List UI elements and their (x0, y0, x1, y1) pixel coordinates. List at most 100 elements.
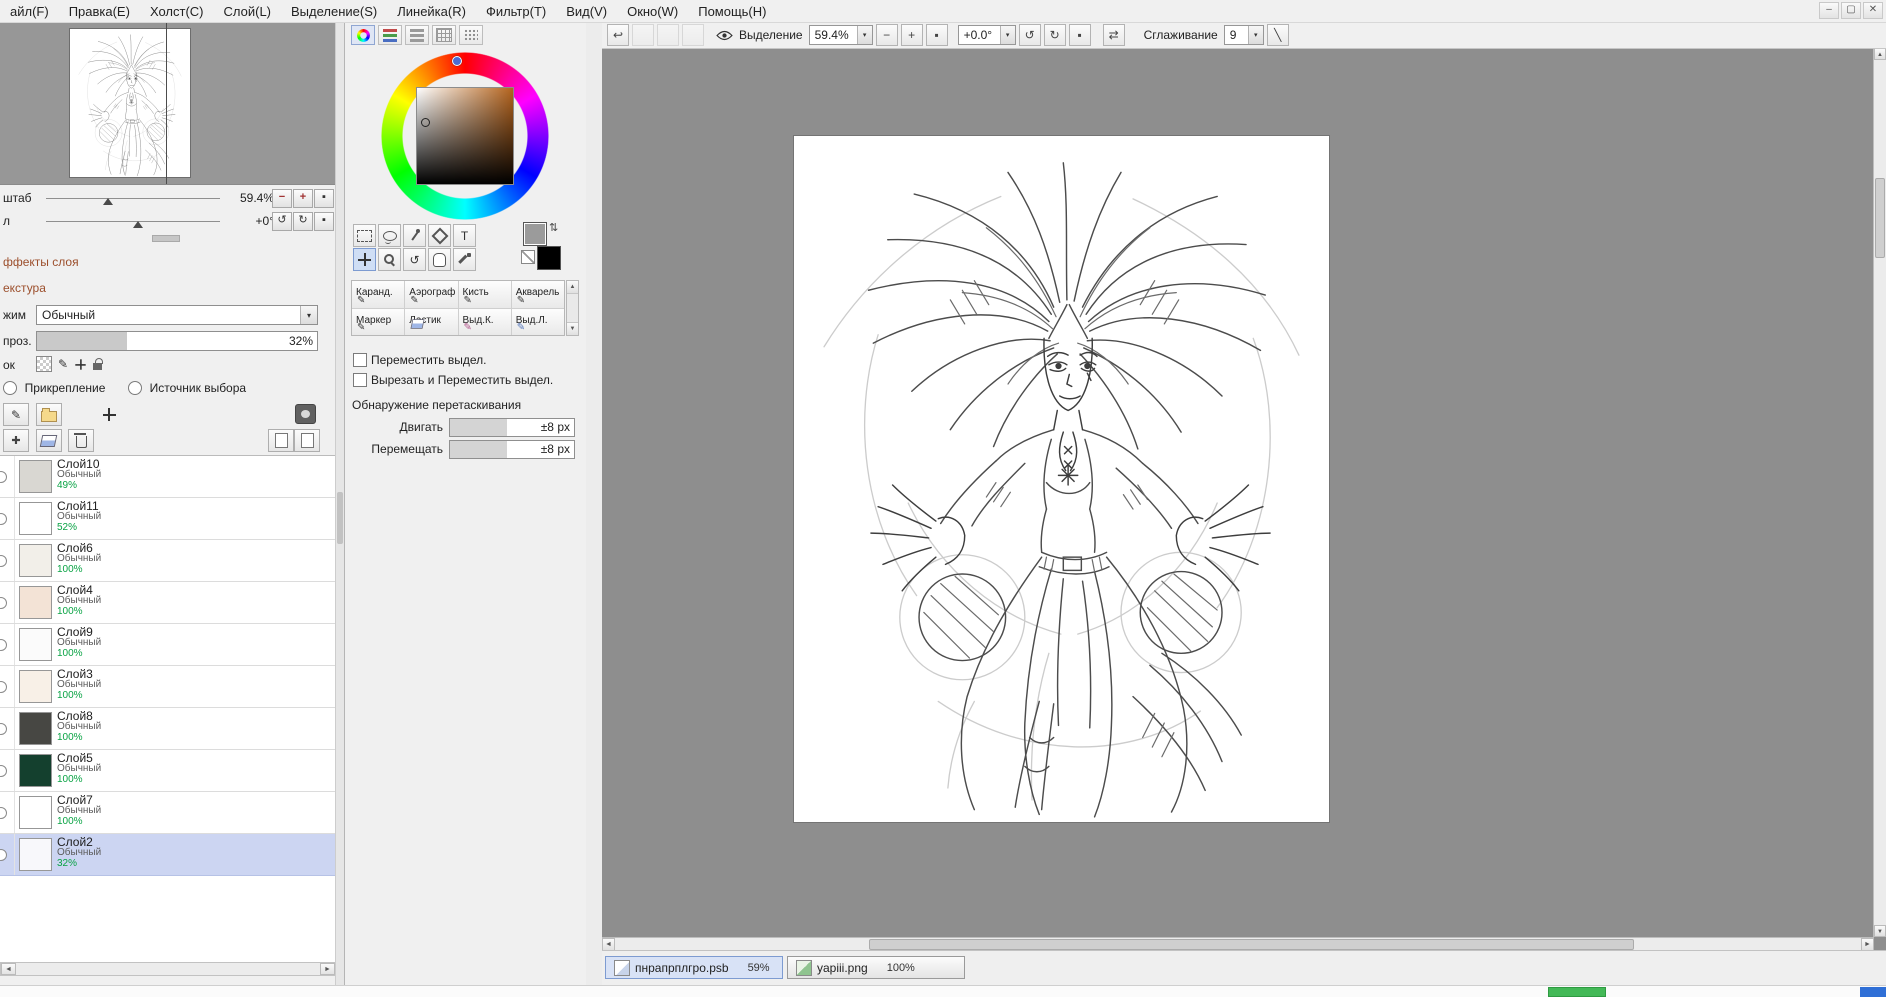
transform-button[interactable] (96, 403, 122, 426)
canvas-hscrollbar[interactable]: ◄ ► (602, 937, 1874, 951)
saturation-value-square[interactable] (417, 88, 513, 184)
transparent-color-swatch[interactable] (521, 250, 535, 264)
preserve-opacity-icon[interactable] (36, 356, 52, 372)
bucket-tool-button[interactable] (428, 224, 451, 247)
tool-airbrush[interactable]: Аэрограф✎ (405, 281, 457, 308)
menu-window[interactable]: Окно(W) (617, 1, 688, 22)
clear-layer-button[interactable] (36, 429, 62, 452)
cut-move-selection-checkbox[interactable] (353, 373, 367, 387)
maximize-button[interactable]: ▢ (1841, 2, 1861, 19)
scroll-down-arrow[interactable]: ▼ (1874, 925, 1886, 937)
scroll-right-arrow[interactable]: ► (320, 963, 335, 975)
lasso-tool-button[interactable] (378, 224, 401, 247)
menu-layer[interactable]: Слой(L) (214, 1, 282, 22)
canvas-page[interactable] (794, 136, 1329, 822)
cut-move-selection-option[interactable]: Вырезать и Переместить выдел. (353, 372, 553, 388)
swatches-tab[interactable] (459, 25, 483, 45)
menu-filter[interactable]: Фильтр(T) (476, 1, 556, 22)
menu-help[interactable]: Помощь(H) (688, 1, 776, 22)
move-selection-checkbox[interactable] (353, 353, 367, 367)
layer-visibility-cell[interactable] (0, 456, 15, 497)
eyedropper-button[interactable] (453, 248, 476, 271)
scrollbar-thumb[interactable] (337, 492, 343, 544)
layer-row[interactable]: Слой10 Обычный 49% (0, 456, 336, 498)
layer-visibility-cell[interactable] (0, 540, 15, 581)
layer-visibility-cell[interactable] (0, 792, 15, 833)
zoom-tool-button[interactable] (378, 248, 401, 271)
move-selection-option[interactable]: Переместить выдел. (353, 352, 486, 368)
zoom-in-button[interactable]: + (293, 189, 313, 208)
layer-list-hscrollbar[interactable]: ◄ ► (0, 962, 336, 976)
flip-horizontal-button[interactable]: ⇄ (1103, 24, 1125, 46)
delete-layer-button[interactable] (68, 429, 94, 452)
canvas-rotate-ccw-button[interactable]: ↺ (1019, 24, 1041, 46)
tool-brush[interactable]: Кисть✎ (459, 281, 511, 308)
layer-visibility-cell[interactable] (0, 708, 15, 749)
canvas-viewport[interactable] (602, 48, 1874, 937)
menu-view[interactable]: Вид(V) (556, 1, 617, 22)
pencil-lock-icon[interactable]: ✎ (58, 357, 68, 371)
secondary-color-swatch[interactable] (537, 246, 561, 270)
layer-row[interactable]: Слой9 Обычный 100% (0, 624, 336, 666)
canvas-angle-reset-button[interactable]: ▪ (1069, 24, 1091, 46)
tool-watercolor[interactable]: Акварель✎ (512, 281, 564, 308)
tool-grid-scrollbar[interactable]: ▲ ▼ (566, 280, 579, 336)
zoom-slider-thumb[interactable] (103, 198, 113, 205)
canvas-zoom-in-button[interactable]: + (901, 24, 923, 46)
scroll-up-arrow[interactable]: ▲ (1874, 48, 1886, 60)
blend-mode-select[interactable]: Обычный ▾ (36, 305, 318, 325)
canvas-zoom-select[interactable]: 59.4% ▾ (809, 25, 873, 45)
rgb-slider-tab[interactable] (378, 25, 402, 45)
lock-icon[interactable] (93, 363, 102, 370)
tool-selection-pen[interactable]: Выд.К.✎ (459, 309, 511, 336)
canvas-rotate-cw-button[interactable]: ↻ (1044, 24, 1066, 46)
clip-group-radio[interactable] (3, 381, 17, 395)
tool-marker[interactable]: Маркер✎ (352, 309, 404, 336)
sv-marker[interactable] (421, 118, 430, 127)
merge-layer-button[interactable] (294, 429, 320, 452)
smoothing-select[interactable]: 9 ▾ (1224, 25, 1264, 45)
panel-resize-grip[interactable] (152, 235, 180, 242)
zoom-out-button[interactable]: − (272, 189, 292, 208)
copy-layer-button[interactable] (268, 429, 294, 452)
layer-visibility-cell[interactable] (0, 582, 15, 623)
chevron-down-icon[interactable]: ▾ (1248, 26, 1263, 44)
selection-source-radio[interactable] (128, 381, 142, 395)
color-mixer-tab[interactable] (432, 25, 456, 45)
layer-visibility-cell[interactable] (0, 750, 15, 791)
layer-row-selected[interactable]: Слой2 Обычный 32% (0, 834, 336, 876)
drag-translate-input[interactable]: ±8 px (449, 440, 575, 459)
rotate-cw-button[interactable]: ↻ (293, 212, 313, 231)
position-lock-icon[interactable] (75, 359, 85, 369)
document-tab-active[interactable]: пнрапрплгро.psb 59% (605, 956, 783, 979)
text-tool-button[interactable]: T (453, 224, 476, 247)
layer-visibility-cell[interactable] (0, 666, 15, 707)
angle-slider[interactable] (46, 221, 220, 222)
rotate-ccw-button[interactable]: ↺ (272, 212, 292, 231)
chevron-down-icon[interactable]: ▾ (300, 306, 317, 324)
marker-tool-button[interactable]: ✎ (3, 403, 29, 426)
line-quality-button[interactable]: ╲ (1267, 24, 1289, 46)
layer-row[interactable]: Слой7 Обычный 100% (0, 792, 336, 834)
new-folder-button[interactable] (36, 403, 62, 426)
navigator-preview[interactable] (70, 29, 190, 177)
layer-row[interactable]: Слой8 Обычный 100% (0, 708, 336, 750)
color-wheel-tab[interactable] (351, 25, 375, 45)
scrollbar-thumb[interactable] (869, 939, 1634, 950)
canvas-zoom-reset-button[interactable]: ▪ (926, 24, 948, 46)
magic-wand-button[interactable] (403, 224, 426, 247)
layer-row[interactable]: Слой11 Обычный 52% (0, 498, 336, 540)
layer-effects-section[interactable]: ффекты слоя (3, 255, 79, 269)
panel-splitter[interactable] (586, 22, 603, 985)
layer-visibility-cell[interactable] (0, 624, 15, 665)
texture-section[interactable]: екстура (3, 281, 46, 295)
menu-canvas[interactable]: Холст(C) (140, 1, 214, 22)
close-button[interactable]: ✕ (1863, 2, 1883, 19)
minimize-button[interactable]: – (1819, 2, 1839, 19)
redo-button[interactable] (632, 24, 654, 46)
tool-eraser[interactable]: Ластик (405, 309, 457, 336)
swap-colors-icon[interactable]: ⇅ (549, 221, 558, 234)
scroll-down-arrow[interactable]: ▼ (567, 322, 578, 335)
left-panel-vscrollbar[interactable] (335, 22, 344, 985)
marquee-tool-button[interactable] (353, 224, 376, 247)
